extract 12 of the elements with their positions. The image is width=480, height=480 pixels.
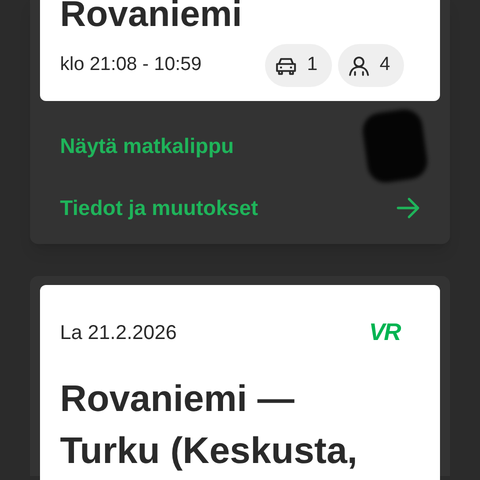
- car-icon: [275, 56, 297, 74]
- count-chip: 4: [338, 44, 404, 87]
- arrow-right-icon: [396, 197, 420, 220]
- count-chip: 1: [265, 44, 332, 87]
- vr-logo: VR: [369, 318, 400, 348]
- trip-title: Rovaniemi: [60, 0, 244, 32]
- link-row[interactable]: Tiedot ja muutokset: [60, 192, 420, 224]
- person-icon: [348, 56, 370, 76]
- trip-time: klo 21:08 - 10:59: [60, 53, 203, 78]
- trip-date: La 21.2.2026: [60, 321, 177, 346]
- link-row[interactable]: Näytä matkalippu: [60, 131, 234, 162]
- trip-title: Rovaniemi — Turku (Keskusta,: [60, 377, 358, 473]
